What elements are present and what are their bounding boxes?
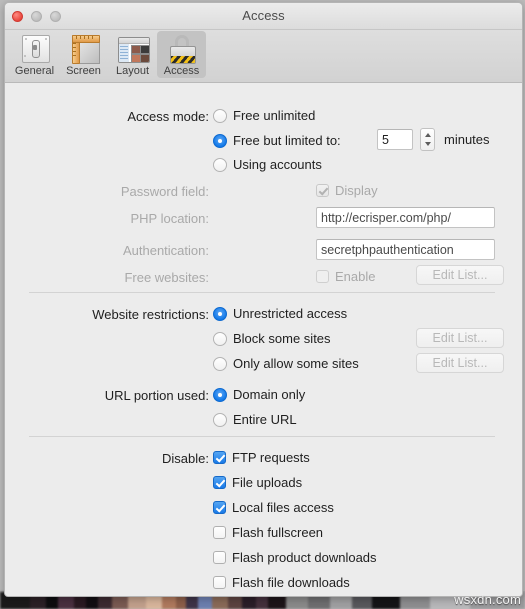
section-divider-2: [29, 436, 495, 437]
checkbox-indicator: [213, 476, 226, 489]
radio-indicator: [213, 157, 227, 172]
php-location-label: PHP location:: [130, 211, 209, 226]
checkbox-flash-fullscreen-label: Flash fullscreen: [232, 525, 324, 540]
window-title: Access: [242, 8, 285, 23]
radio-free-unlimited-label: Free unlimited: [233, 108, 316, 123]
radio-domain-only-label: Domain only: [233, 387, 306, 402]
radio-block-some-sites-label: Block some sites: [233, 331, 331, 346]
screen: Access General Screen Layout Access Acce…: [0, 0, 525, 609]
url-portion-label: URL portion used:: [104, 388, 209, 403]
checkbox-flash-file-downloads-label: Flash file downloads: [232, 575, 350, 590]
checkbox-enable-label: Enable: [335, 269, 376, 284]
authentication-label: Authentication:: [122, 243, 209, 258]
disable-label: Disable:: [162, 451, 209, 466]
authentication-input[interactable]: [316, 239, 495, 260]
toolbar-tab-screen[interactable]: Screen: [59, 31, 108, 78]
allow-sites-edit-list-button: Edit List...: [416, 353, 504, 373]
toolbar-tab-general[interactable]: General: [10, 31, 59, 78]
ruler-screen-icon: [67, 33, 101, 64]
checkbox-flash-product-downloads-label: Flash product downloads: [232, 550, 377, 565]
section-divider-1: [29, 292, 495, 293]
minutes-stepper-group: minutes: [377, 128, 490, 151]
checkbox-file-uploads-label: File uploads: [232, 475, 303, 490]
php-location-input[interactable]: [316, 207, 495, 228]
preferences-toolbar: General Screen Layout Access: [5, 30, 522, 83]
checkbox-indicator: [213, 501, 226, 514]
toolbar-tab-layout[interactable]: Layout: [108, 31, 157, 78]
checkbox-indicator: [213, 551, 226, 564]
radio-unrestricted-access-label: Unrestricted access: [233, 306, 348, 321]
device-panel-icon: [18, 33, 52, 64]
checkbox-free-websites-enable: Enable: [316, 269, 375, 284]
checkbox-flash-file-downloads[interactable]: Flash file downloads: [213, 575, 350, 590]
window-titlebar[interactable]: Access: [5, 3, 522, 30]
minutes-input[interactable]: [377, 129, 413, 150]
free-websites-label: Free websites:: [124, 270, 209, 285]
radio-indicator: [213, 387, 227, 402]
radio-indicator: [213, 133, 227, 148]
radio-domain-only[interactable]: Domain only: [213, 387, 305, 402]
checkbox-display-label: Display: [335, 183, 378, 198]
checkbox-indicator: [213, 451, 226, 464]
toolbar-tab-screen-label: Screen: [66, 65, 101, 77]
minutes-unit-label: minutes: [444, 132, 490, 147]
checkbox-indicator: [213, 526, 226, 539]
checkbox-local-files-access-label: Local files access: [232, 500, 334, 515]
radio-using-accounts[interactable]: Using accounts: [213, 157, 322, 172]
checkbox-indicator: [213, 576, 226, 589]
checkbox-file-uploads[interactable]: File uploads: [213, 475, 302, 490]
checkbox-indicator: [316, 184, 329, 197]
checkbox-ftp-requests[interactable]: FTP requests: [213, 450, 310, 465]
radio-entire-url-label: Entire URL: [233, 412, 297, 427]
radio-only-allow-some-sites[interactable]: Only allow some sites: [213, 356, 359, 371]
block-sites-edit-list-button: Edit List...: [416, 328, 504, 348]
radio-free-but-limited-label: Free but limited to:: [233, 133, 341, 148]
watermark: wsxdn.com: [454, 592, 521, 607]
checkbox-flash-product-downloads[interactable]: Flash product downloads: [213, 550, 377, 565]
checkbox-local-files-access[interactable]: Local files access: [213, 500, 334, 515]
radio-unrestricted-access[interactable]: Unrestricted access: [213, 306, 347, 321]
radio-free-unlimited[interactable]: Free unlimited: [213, 108, 315, 123]
radio-only-allow-some-sites-label: Only allow some sites: [233, 356, 359, 371]
radio-indicator: [213, 306, 227, 321]
toolbar-tab-layout-label: Layout: [115, 65, 150, 77]
radio-entire-url[interactable]: Entire URL: [213, 412, 297, 427]
preferences-window: Access General Screen Layout Access Acce…: [4, 2, 523, 597]
checkbox-flash-fullscreen[interactable]: Flash fullscreen: [213, 525, 323, 540]
free-websites-edit-list-button: Edit List...: [416, 265, 504, 285]
checkbox-indicator: [316, 270, 329, 283]
stepper-up-down-icon[interactable]: [420, 128, 435, 151]
radio-indicator: [213, 108, 227, 123]
preferences-content: Access mode: Free unlimited Free but lim…: [5, 83, 522, 596]
toolbar-tab-access[interactable]: Access: [157, 31, 206, 78]
checkbox-display: Display: [316, 183, 378, 198]
padlock-icon: [165, 33, 199, 64]
radio-free-but-limited[interactable]: Free but limited to:: [213, 133, 341, 148]
radio-using-accounts-label: Using accounts: [233, 157, 322, 172]
password-field-label: Password field:: [120, 184, 209, 199]
checkbox-ftp-requests-label: FTP requests: [232, 450, 310, 465]
toolbar-tab-general-label: General: [14, 65, 55, 77]
access-mode-label: Access mode:: [127, 109, 209, 124]
website-restrictions-label: Website restrictions:: [92, 307, 209, 322]
radio-block-some-sites[interactable]: Block some sites: [213, 331, 331, 346]
radio-indicator: [213, 356, 227, 371]
radio-indicator: [213, 331, 227, 346]
toolbar-tab-access-label: Access: [163, 65, 200, 77]
radio-indicator: [213, 412, 227, 427]
window-layout-icon: [116, 33, 150, 64]
